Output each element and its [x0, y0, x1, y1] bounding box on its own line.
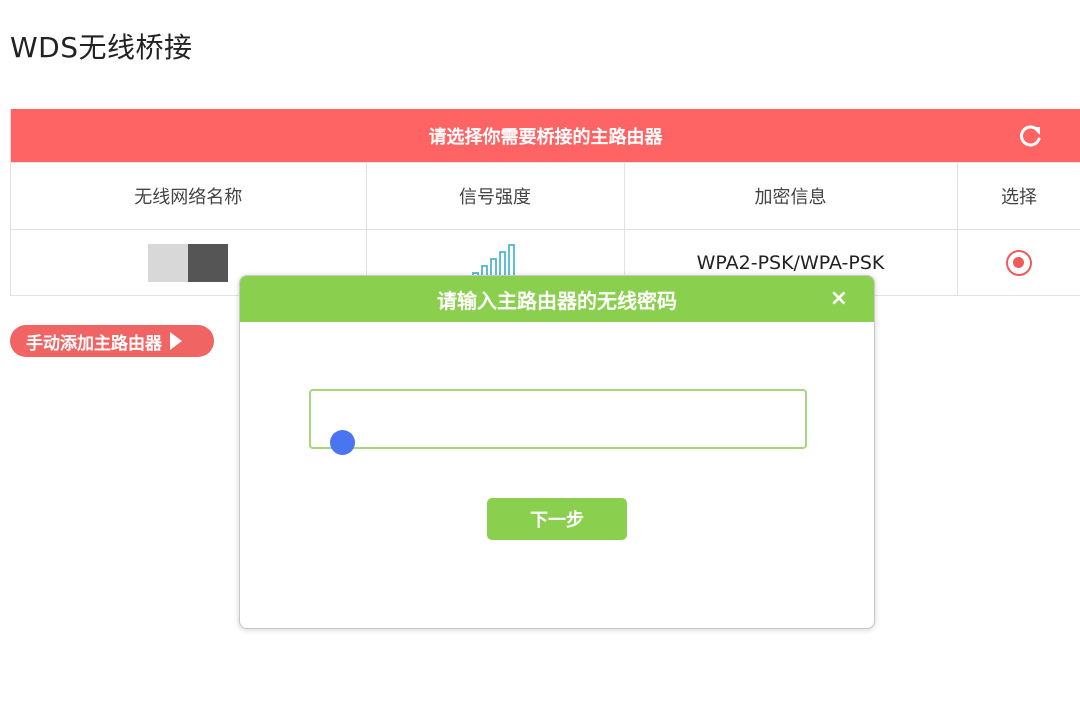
radio-selected-icon[interactable]	[1006, 249, 1032, 276]
col-header-ssid: 无线网络名称	[11, 162, 367, 230]
refresh-icon[interactable]	[1018, 123, 1044, 149]
password-dialog: 请输入主路由器的无线密码 × 下一步	[239, 275, 875, 629]
play-arrow-icon	[170, 332, 182, 350]
router-list-panel: 请选择你需要桥接的主路由器 无线网络名称 信号强度 加密信息 选择 WPA2-P…	[10, 109, 1080, 296]
password-input[interactable]	[309, 389, 807, 449]
page-title: WDS无线桥接	[10, 31, 193, 64]
close-icon[interactable]: ×	[830, 288, 848, 310]
next-step-button[interactable]: 下一步	[487, 498, 627, 540]
manual-add-router-button[interactable]: 手动添加主路由器	[10, 325, 214, 357]
manual-add-label: 手动添加主路由器	[26, 333, 162, 354]
table-header-row: 无线网络名称 信号强度 加密信息 选择	[11, 162, 1080, 230]
ssid-redacted-block	[148, 243, 229, 282]
page: WDS无线桥接 请选择你需要桥接的主路由器 无线网络名称 信号强度 加密信息 选…	[0, 0, 1080, 704]
col-header-signal: 信号强度	[366, 162, 625, 230]
panel-header-text: 请选择你需要桥接的主路由器	[428, 126, 663, 148]
touch-cursor	[330, 430, 355, 455]
dialog-header: 请输入主路由器的无线密码 ×	[240, 276, 874, 322]
col-header-select: 选择	[957, 162, 1080, 230]
panel-header: 请选择你需要桥接的主路由器	[11, 109, 1080, 162]
dialog-title: 请输入主路由器的无线密码	[437, 288, 677, 313]
select-cell	[957, 229, 1080, 296]
col-header-encryption: 加密信息	[624, 162, 958, 230]
